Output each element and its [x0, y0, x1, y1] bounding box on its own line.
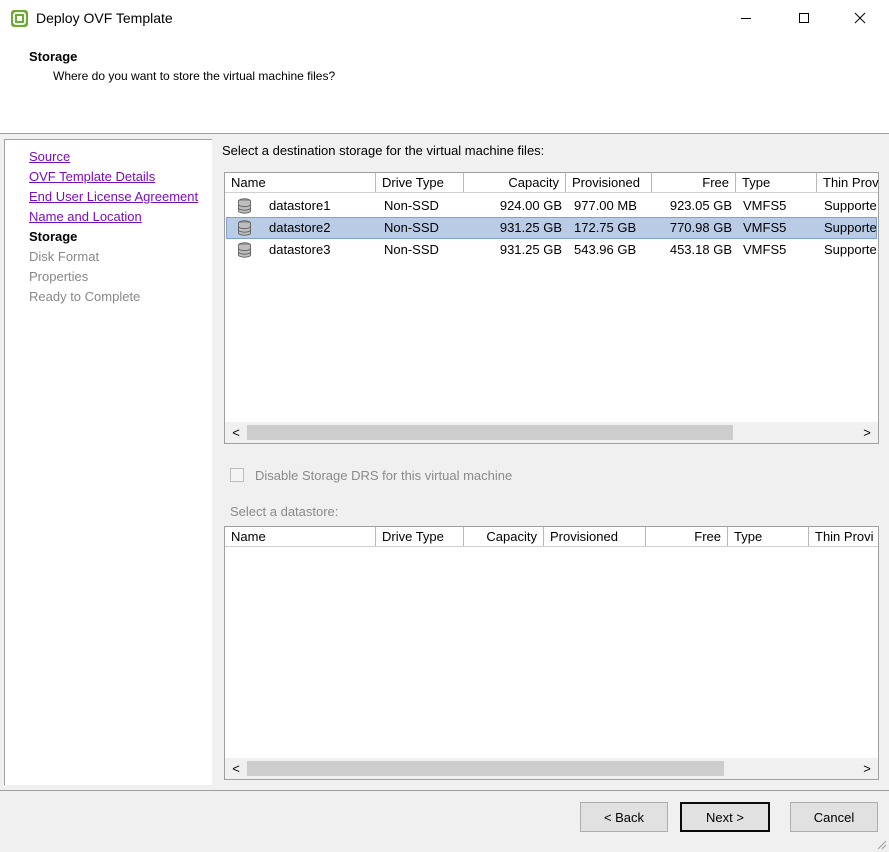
storage-prompt: Select a destination storage for the vir…: [222, 143, 545, 158]
scrollbar-thumb[interactable]: [247, 425, 733, 440]
datastore-table[interactable]: Name Drive Type Capacity Provisioned Fre…: [224, 172, 879, 444]
cell-provisioned: 977.00 MB: [574, 198, 637, 213]
cell-free: 923.05 GB: [669, 198, 732, 213]
cell-free: 770.98 GB: [669, 220, 732, 235]
column-header-free[interactable]: Free: [652, 173, 736, 192]
cell-drive-type: Non-SSD: [384, 220, 439, 235]
maximize-icon: [799, 13, 809, 23]
nav-step-disk-format: Disk Format: [29, 249, 100, 264]
datastore-selection-table-header: Name Drive Type Capacity Provisioned Fre…: [225, 527, 878, 547]
cell-type: VMFS5: [743, 198, 787, 213]
table-row[interactable]: datastore1 Non-SSD 924.00 GB 977.00 MB 9…: [226, 195, 877, 217]
wizard-steps-nav: Source OVF Template Details End User Lic…: [4, 139, 212, 785]
nav-step-source[interactable]: Source: [29, 149, 70, 164]
datastore-icon: [238, 198, 251, 214]
column-header-drive-type[interactable]: Drive Type: [376, 527, 464, 546]
nav-step-ready-to-complete: Ready to Complete: [29, 289, 141, 304]
scroll-right-button[interactable]: >: [856, 758, 878, 779]
checkbox-box[interactable]: [230, 468, 244, 482]
cell-provisioned: 543.96 GB: [574, 242, 637, 257]
cell-thin-provisioning: Supporte: [824, 220, 876, 235]
wizard-footer: < Back Next > Cancel: [0, 790, 889, 852]
column-header-name[interactable]: Name: [225, 527, 376, 546]
scrollbar-thumb[interactable]: [247, 761, 724, 776]
cell-name: datastore2: [269, 220, 331, 235]
cell-drive-type: Non-SSD: [384, 242, 439, 257]
column-header-name[interactable]: Name: [225, 173, 376, 192]
column-header-capacity[interactable]: Capacity: [464, 173, 566, 192]
minimize-icon: [741, 18, 751, 19]
cell-drive-type: Non-SSD: [384, 198, 439, 213]
next-button[interactable]: Next >: [680, 802, 770, 832]
datastore-table-header: Name Drive Type Capacity Provisioned Fre…: [225, 173, 880, 193]
back-button[interactable]: < Back: [580, 802, 668, 832]
column-header-provisioned[interactable]: Provisioned: [566, 173, 652, 192]
cell-provisioned: 172.75 GB: [574, 220, 637, 235]
nav-step-name-and-location[interactable]: Name and Location: [29, 209, 142, 224]
column-header-provisioned[interactable]: Provisioned: [544, 527, 646, 546]
datastore-selection-hscrollbar[interactable]: < >: [225, 758, 878, 779]
nav-step-storage: Storage: [29, 229, 78, 244]
cell-thin-provisioning: Supporte: [824, 242, 877, 257]
column-header-drive-type[interactable]: Drive Type: [376, 173, 464, 192]
checkbox-label: Disable Storage DRS for this virtual mac…: [255, 468, 513, 483]
close-icon: [854, 12, 866, 24]
nav-step-properties: Properties: [29, 269, 89, 284]
column-header-free[interactable]: Free: [646, 527, 728, 546]
table-row[interactable]: datastore3 Non-SSD 931.25 GB 543.96 GB 4…: [226, 239, 877, 261]
cell-capacity: 931.25 GB: [499, 242, 562, 257]
window-title: Deploy OVF Template: [36, 10, 173, 26]
scroll-left-button[interactable]: <: [225, 422, 247, 443]
select-datastore-label: Select a datastore:: [230, 504, 339, 519]
step-title: Storage: [29, 49, 78, 64]
resize-grip-icon[interactable]: [875, 838, 887, 850]
scroll-right-button[interactable]: >: [856, 422, 878, 443]
cell-type: VMFS5: [743, 242, 787, 257]
column-header-type[interactable]: Type: [728, 527, 809, 546]
title-bar: Deploy OVF Template: [0, 0, 889, 36]
wizard-header: Storage Where do you want to store the v…: [0, 36, 889, 134]
cell-name: datastore3: [269, 242, 331, 257]
datastore-icon: [238, 220, 251, 236]
vsphere-app-icon: [11, 10, 28, 27]
maximize-button[interactable]: [775, 0, 833, 36]
nav-step-ovf-template-details[interactable]: OVF Template Details: [29, 169, 155, 184]
minimize-button[interactable]: [717, 0, 775, 36]
cell-capacity: 924.00 GB: [499, 198, 562, 213]
column-header-thin-provisioning[interactable]: Thin Prov: [817, 173, 880, 192]
datastore-table-hscrollbar[interactable]: < >: [225, 422, 878, 443]
cancel-button[interactable]: Cancel: [790, 802, 878, 832]
close-button[interactable]: [831, 0, 889, 36]
step-subtitle: Where do you want to store the virtual m…: [53, 69, 336, 83]
column-header-thin-provisioning[interactable]: Thin Provi: [809, 527, 880, 546]
cell-thin-provisioning: Supporte: [824, 198, 877, 213]
wizard-body: Source OVF Template Details End User Lic…: [0, 134, 889, 790]
cell-free: 453.18 GB: [669, 242, 732, 257]
cell-capacity: 931.25 GB: [499, 220, 562, 235]
nav-step-eula[interactable]: End User License Agreement: [29, 189, 198, 204]
cell-name: datastore1: [269, 198, 331, 213]
datastore-selection-table[interactable]: Name Drive Type Capacity Provisioned Fre…: [224, 526, 879, 780]
table-row-selected[interactable]: datastore2 Non-SSD 931.25 GB 172.75 GB 7…: [226, 217, 877, 239]
cell-type: VMFS5: [743, 220, 787, 235]
scroll-left-button[interactable]: <: [225, 758, 247, 779]
column-header-capacity[interactable]: Capacity: [464, 527, 544, 546]
column-header-type[interactable]: Type: [736, 173, 817, 192]
datastore-icon: [238, 242, 251, 258]
